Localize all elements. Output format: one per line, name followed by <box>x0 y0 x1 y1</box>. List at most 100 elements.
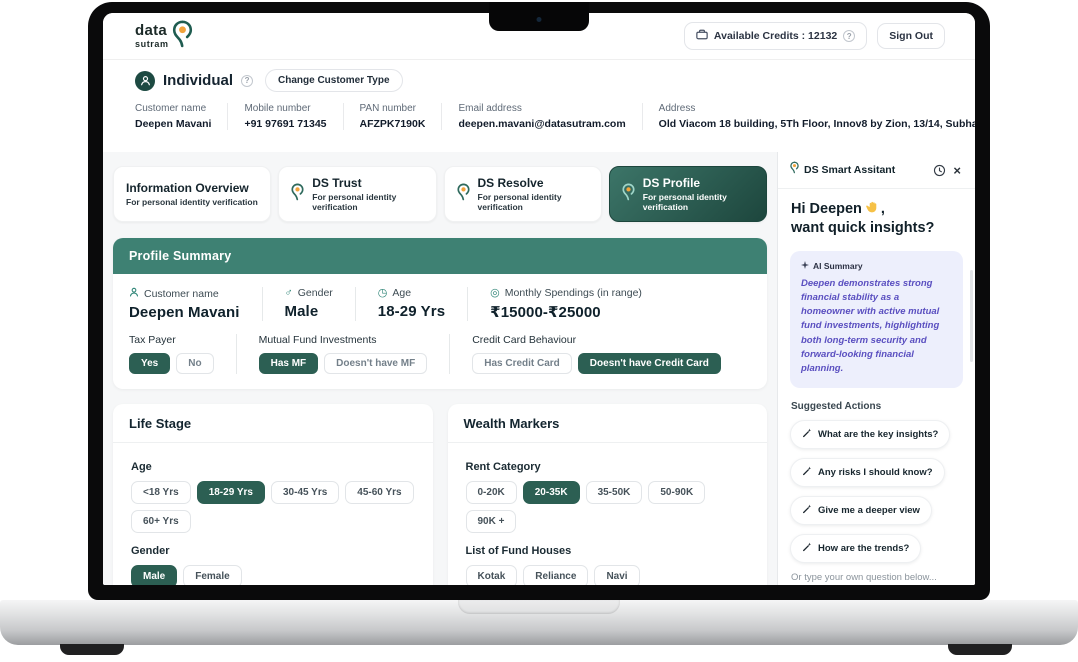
chip-tax-payer-no[interactable]: No <box>176 353 213 374</box>
tab-title: DS Trust <box>312 176 423 190</box>
chip-fund-reliance[interactable]: Reliance <box>523 565 588 585</box>
wand-icon <box>802 504 812 517</box>
sidebar-scrollbar[interactable] <box>970 270 973 362</box>
greeting-question: want quick insights? <box>791 219 934 238</box>
chip-no-mf[interactable]: Doesn't have MF <box>324 353 427 374</box>
action-trends[interactable]: How are the trends? <box>790 534 921 563</box>
datasutram-logo: data sutram <box>135 20 193 53</box>
chip-age-30-45[interactable]: 30-45 Yrs <box>271 481 339 504</box>
webcam-icon <box>537 17 542 22</box>
chip-no-credit-card[interactable]: Doesn't have Credit Card <box>578 353 721 374</box>
profile-summary-card: Profile Summary Customer name De <box>113 238 767 389</box>
life-stage-title: Life Stage <box>113 404 433 443</box>
chip-has-mf[interactable]: Has MF <box>259 353 319 374</box>
field-value: Old Viacom 18 building, 5Th Floor, Innov… <box>659 118 975 130</box>
history-clock-icon[interactable] <box>933 164 946 177</box>
chip-rent-90kplus[interactable]: 90K + <box>466 510 517 533</box>
close-icon[interactable]: × <box>951 164 963 177</box>
wave-hand-icon <box>865 200 878 219</box>
pin-icon <box>291 183 304 206</box>
chip-age-under18[interactable]: <18 Yrs <box>131 481 191 504</box>
field-value: AFZPK7190K <box>360 118 426 130</box>
tab-ds-resolve[interactable]: DS Resolve For personal identity verific… <box>444 166 602 222</box>
action-key-insights[interactable]: What are the key insights? <box>790 420 950 449</box>
action-label: How are the trends? <box>818 543 909 554</box>
wealth-markers-title: Wealth Markers <box>448 404 768 443</box>
tab-title: DS Profile <box>643 176 754 190</box>
toggle-group-label: Tax Payer <box>129 334 214 346</box>
summary-field-value: 18-29 Yrs <box>378 303 445 320</box>
summary-field-monthly-spendings: ◎ Monthly Spendings (in range) ₹15000-₹2… <box>467 287 664 321</box>
chip-rent-35-50k[interactable]: 35-50K <box>586 481 643 504</box>
tab-subtitle: For personal identity verification <box>643 192 754 212</box>
chip-age-60plus[interactable]: 60+ Yrs <box>131 510 191 533</box>
help-icon[interactable]: ? <box>843 30 855 42</box>
customer-type-help-icon[interactable]: ? <box>241 75 253 87</box>
field-value: deepen.mavani@datasutram.com <box>458 118 625 130</box>
wand-icon <box>802 428 812 441</box>
tab-title: Information Overview <box>126 181 258 195</box>
summary-field-label: Gender <box>298 287 333 299</box>
chip-gender-male[interactable]: Male <box>131 565 177 585</box>
profile-summary-title: Profile Summary <box>129 249 231 263</box>
customer-type-label: Individual <box>163 72 233 89</box>
summary-field-label: Monthly Spendings (in range) <box>505 287 642 299</box>
chip-has-credit-card[interactable]: Has Credit Card <box>472 353 572 374</box>
summary-field-value: Male <box>285 303 333 320</box>
chip-rent-0-20k[interactable]: 0-20K <box>466 481 517 504</box>
chip-fund-navi[interactable]: Navi <box>594 565 639 585</box>
sign-out-button[interactable]: Sign Out <box>877 23 945 49</box>
laptop-screen-bezel: data sutram <box>88 2 990 600</box>
camera-notch <box>489 2 589 31</box>
pin-icon <box>790 161 799 179</box>
app-screen: data sutram <box>103 13 975 585</box>
tab-ds-profile[interactable]: DS Profile For personal identity verific… <box>609 166 767 222</box>
tab-subtitle: For personal identity verification <box>126 197 258 207</box>
assistant-title: DS Smart Assitant <box>804 164 895 176</box>
field-value: +91 97691 71345 <box>244 118 326 130</box>
summary-field-age: ◷ Age 18-29 Yrs <box>355 287 467 321</box>
chip-rent-20-35k[interactable]: 20-35K <box>523 481 580 504</box>
customer-avatar <box>135 71 155 91</box>
pin-icon <box>622 183 635 206</box>
laptop-foot <box>60 644 124 655</box>
age-icon: ◷ <box>378 288 388 299</box>
laptop-base <box>0 600 1078 645</box>
group-label-gender: Gender <box>131 545 415 557</box>
tab-ds-trust[interactable]: DS Trust For personal identity verificat… <box>278 166 436 222</box>
location-pin-icon <box>172 20 193 53</box>
action-label: What are the key insights? <box>818 429 938 440</box>
life-stage-card: Life Stage Age <18 Yrs 18-29 Yrs 30-45 Y… <box>113 404 433 585</box>
chip-fund-kotak[interactable]: Kotak <box>466 565 518 585</box>
summary-field-label: Age <box>392 287 411 299</box>
summary-field-label: Customer name <box>144 288 219 300</box>
group-label-fund-houses: List of Fund Houses <box>466 545 750 557</box>
action-deeper-view[interactable]: Give me a deeper view <box>790 496 932 525</box>
field-label: PAN number <box>360 103 426 114</box>
customer-field-address: Address Old Viacom 18 building, 5Th Floo… <box>659 103 975 130</box>
wallet-icon <box>696 29 708 43</box>
assistant-greeting: Hi Deepen , want quick insights? <box>778 189 975 238</box>
greeting-comma: , <box>881 200 885 219</box>
chip-age-45-60[interactable]: 45-60 Yrs <box>345 481 413 504</box>
toggle-group-credit-card: Credit Card Behaviour Has Credit Card Do… <box>449 334 743 374</box>
chip-age-18-29[interactable]: 18-29 Yrs <box>197 481 265 504</box>
action-risks[interactable]: Any risks I should know? <box>790 458 945 487</box>
tab-information-overview[interactable]: Information Overview For personal identi… <box>113 166 271 222</box>
tab-subtitle: For personal identity verification <box>312 192 423 212</box>
wand-icon <box>802 542 812 555</box>
available-credits-button[interactable]: Available Credits : 12132 ? <box>684 22 867 50</box>
customer-field-mobile: Mobile number +91 97691 71345 <box>244 103 343 130</box>
chip-gender-female[interactable]: Female <box>183 565 241 585</box>
logo-text-data: data <box>135 23 169 38</box>
field-label: Address <box>659 103 975 114</box>
change-customer-type-button[interactable]: Change Customer Type <box>265 69 403 92</box>
chip-rent-50-90k[interactable]: 50-90K <box>648 481 705 504</box>
summary-field-value: Deepen Mavani <box>129 304 240 321</box>
lid-scoop <box>458 600 620 614</box>
wand-icon <box>802 466 812 479</box>
profile-summary-header: Profile Summary <box>113 238 767 274</box>
chip-tax-payer-yes[interactable]: Yes <box>129 353 170 374</box>
summary-field-customer-name: Customer name Deepen Mavani <box>129 287 262 321</box>
sparkle-icon <box>801 261 809 271</box>
